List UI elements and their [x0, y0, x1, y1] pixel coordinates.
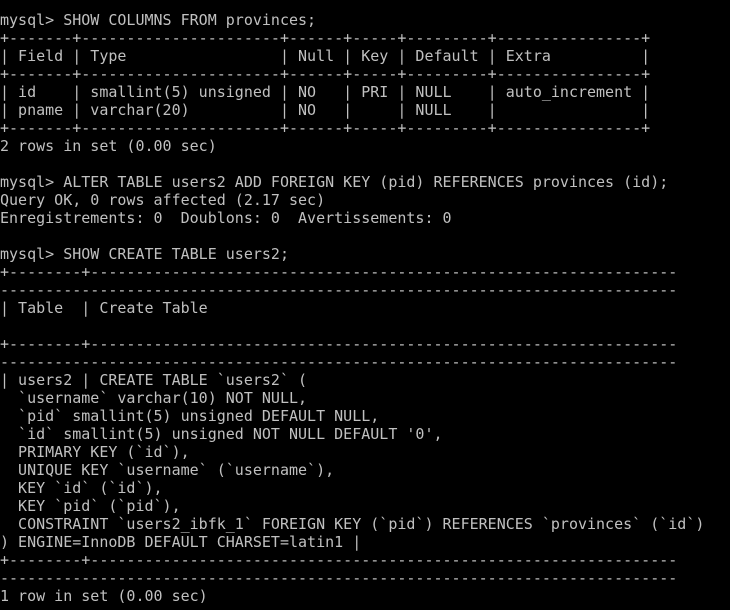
table-border: ----------------------------------------… [0, 281, 678, 299]
table-border: +-------+----------------------+------+-… [0, 65, 651, 83]
table-border: +--------+------------------------------… [0, 263, 678, 281]
command-show-create: mysql> SHOW CREATE TABLE users2; [0, 245, 289, 263]
records-message: Enregistrements: 0 Doublons: 0 Avertisse… [0, 209, 452, 227]
table-row: | pname | varchar(20) | NO | | NULL | | [0, 101, 651, 119]
command-show-columns: mysql> SHOW COLUMNS FROM provinces; [0, 11, 317, 29]
table-row: | users2 | CREATE TABLE `users2` ( [0, 371, 308, 389]
create-table-line: `id` smallint(5) unsigned NOT NULL DEFAU… [0, 425, 443, 443]
query-ok-message: Query OK, 0 rows affected (2.17 sec) [0, 191, 326, 209]
table-border: ----------------------------------------… [0, 353, 678, 371]
table-header-row: | Table | Create Table [0, 299, 208, 317]
terminal-window[interactable]: mysql> SHOW COLUMNS FROM provinces; +---… [0, 0, 730, 610]
table-border: +-------+----------------------+------+-… [0, 29, 651, 47]
table-row: | id | smallint(5) unsigned | NO | PRI |… [0, 83, 651, 101]
create-table-line: UNIQUE KEY `username` (`username`), [0, 461, 335, 479]
result-summary: 1 row in set (0.00 sec) [0, 587, 208, 605]
create-table-line: KEY `id` (`id`), [0, 479, 163, 497]
create-table-line: `username` varchar(10) NOT NULL, [0, 389, 308, 407]
create-table-line: ) ENGINE=InnoDB DEFAULT CHARSET=latin1 | [0, 533, 362, 551]
table-border: +-------+----------------------+------+-… [0, 119, 651, 137]
create-table-line: PRIMARY KEY (`id`), [0, 443, 190, 461]
table-border: ----------------------------------------… [0, 569, 678, 587]
create-table-line: KEY `pid` (`pid`), [0, 497, 181, 515]
result-summary: 2 rows in set (0.00 sec) [0, 137, 217, 155]
table-border: +--------+------------------------------… [0, 551, 678, 569]
create-table-line: CONSTRAINT `users2_ibfk_1` FOREIGN KEY (… [0, 515, 705, 533]
create-table-line: `pid` smallint(5) unsigned DEFAULT NULL, [0, 407, 380, 425]
table-header-row: | Field | Type | Null | Key | Default | … [0, 47, 651, 65]
command-alter-table: mysql> ALTER TABLE users2 ADD FOREIGN KE… [0, 173, 669, 191]
table-border: +--------+------------------------------… [0, 335, 678, 353]
